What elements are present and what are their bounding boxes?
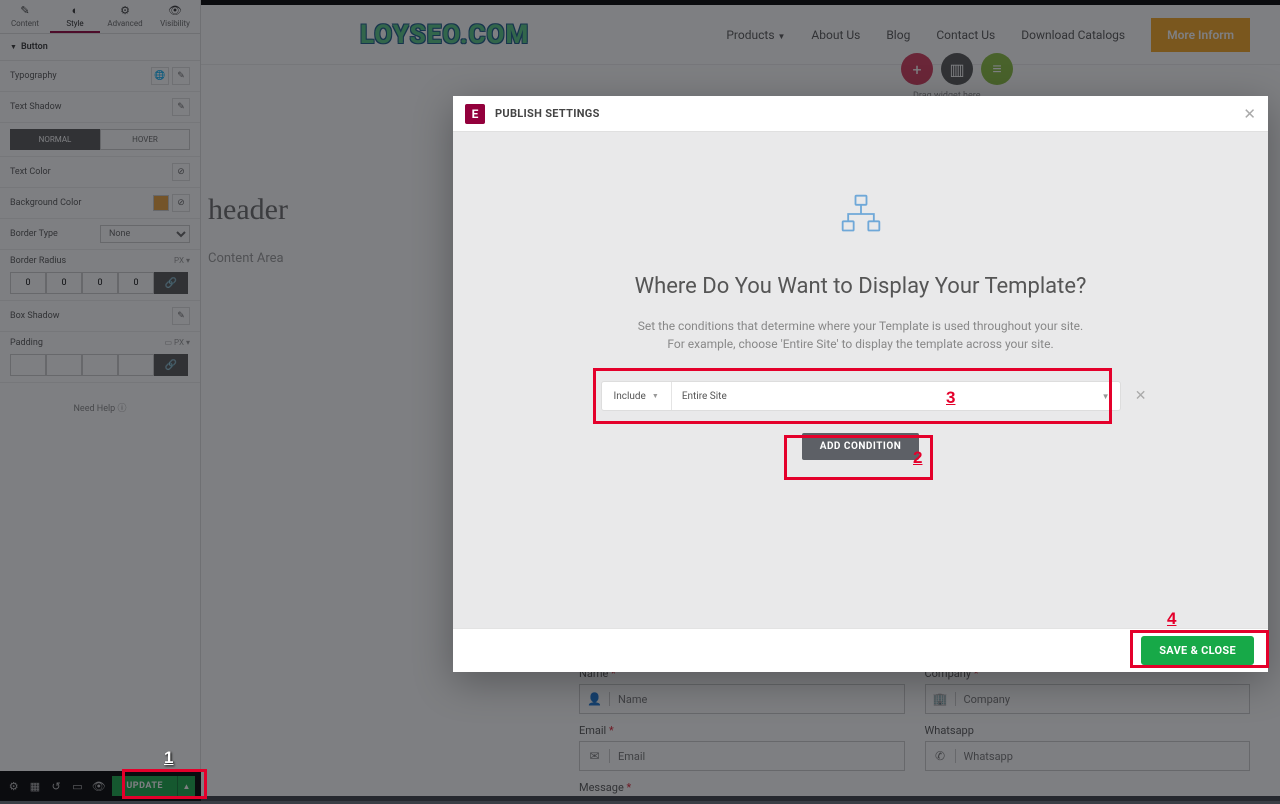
modal-title: PUBLISH SETTINGS: [495, 107, 600, 120]
close-icon[interactable]: ✕: [1243, 105, 1256, 123]
annotation-number-1: 1: [164, 748, 173, 768]
remove-condition-icon[interactable]: ✕: [1135, 388, 1147, 404]
modal-subtext-1: Set the conditions that determine where …: [638, 317, 1083, 335]
annotation-number-4: 4: [1167, 609, 1176, 629]
condition-row-wrap: Include▼ Entire Site▼ ✕: [601, 381, 1121, 411]
modal-header: E PUBLISH SETTINGS ✕: [453, 96, 1268, 132]
condition-value-select[interactable]: Entire Site ▼: [672, 391, 1120, 402]
add-condition-button[interactable]: ADD CONDITION: [802, 433, 920, 460]
condition-value-text: Entire Site: [682, 391, 727, 402]
modal-subtext-2: For example, choose 'Entire Site' to dis…: [667, 335, 1053, 353]
modal-heading: Where Do You Want to Display Your Templa…: [635, 274, 1087, 299]
caret-down-icon: ▼: [1102, 392, 1110, 401]
condition-row: Include ▼ Entire Site ▼: [601, 381, 1121, 411]
condition-type-value: Include: [614, 391, 646, 402]
modal-body: Where Do You Want to Display Your Templa…: [453, 132, 1268, 628]
save-close-button[interactable]: SAVE & CLOSE: [1141, 636, 1254, 665]
annotation-number-2: 2: [913, 448, 922, 468]
caret-down-icon: ▼: [652, 392, 659, 400]
annotation-number-3: 3: [946, 388, 955, 408]
modal-footer: SAVE & CLOSE: [453, 628, 1268, 672]
elementor-logo-icon: E: [465, 104, 485, 124]
sitemap-icon: [839, 192, 883, 240]
publish-settings-modal: E PUBLISH SETTINGS ✕ Where Do You Want t…: [453, 96, 1268, 672]
condition-type-select[interactable]: Include ▼: [602, 382, 672, 410]
